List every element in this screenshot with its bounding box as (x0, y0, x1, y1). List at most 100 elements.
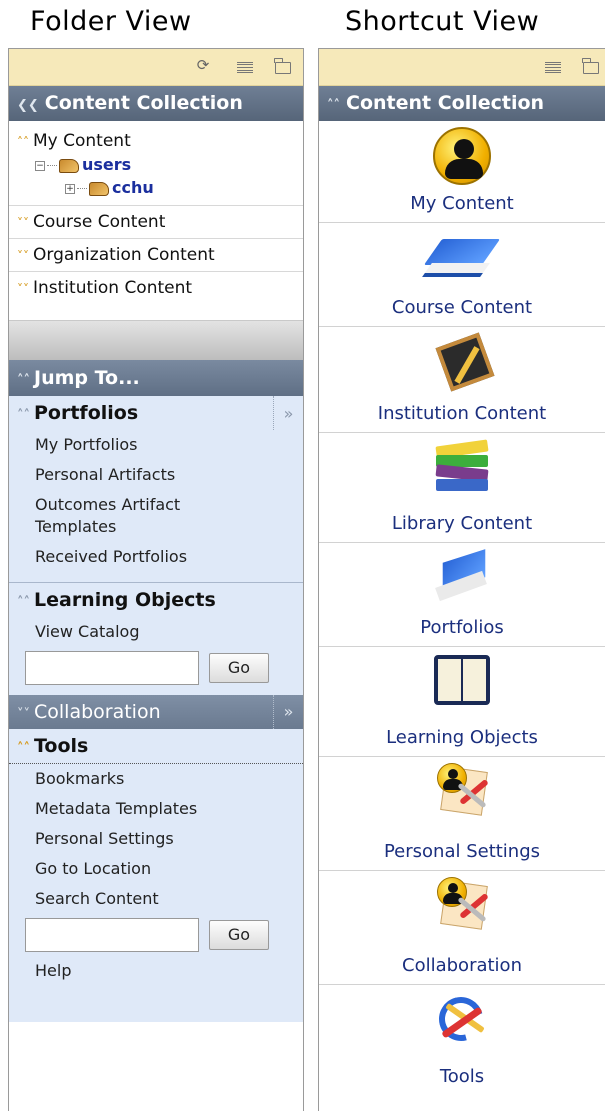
collapse-chevron-icon: ˄˄ (327, 98, 340, 113)
tree-item-my-content[interactable]: ˄˄ My Content (9, 125, 303, 153)
collapse-toggle-icon[interactable]: − (35, 160, 45, 171)
expand-right-icon[interactable]: » (273, 695, 303, 729)
collaboration-label: Collaboration (34, 701, 161, 723)
folder-view-icon[interactable] (582, 58, 599, 74)
shortcut-label: Learning Objects (386, 727, 538, 748)
folder-view-icon[interactable] (274, 58, 291, 74)
tools-label: Tools (34, 735, 89, 757)
link-metadata-templates[interactable]: Metadata Templates (9, 794, 303, 824)
tree-item-users[interactable]: − users (9, 153, 303, 176)
folder-view-title: Folder View (30, 6, 192, 37)
tree-item-institution-content[interactable]: ˅˅ Institution Content (9, 272, 303, 320)
tools-icon (430, 988, 493, 1050)
jump-to-panel: ˄˄ Jump To... ˄˄ Portfolios » My Portfolio… (9, 360, 303, 1022)
shortcut-portfolios[interactable]: Portfolios (319, 543, 605, 647)
collaboration-header[interactable]: ˅˅ Collaboration » (9, 695, 303, 729)
content-search-row: Go (9, 914, 303, 956)
course-content-label: Course Content (33, 212, 166, 232)
jump-to-header[interactable]: ˄˄ Jump To... (9, 360, 303, 396)
link-outcomes-artifact-templates[interactable]: Outcomes Artifact Templates (9, 490, 209, 542)
open-book-icon (434, 655, 490, 705)
shortcut-label: Tools (439, 1066, 485, 1087)
expand-right-icon[interactable]: » (273, 396, 303, 430)
shortcut-my-content[interactable]: My Content (319, 121, 605, 223)
refresh-icon[interactable]: ⟳ (195, 57, 211, 73)
collapse-chevron-icon: ˄˄ (17, 408, 30, 423)
expand-chevron-icon: ˅˅ (17, 282, 29, 296)
content-collection-header-label: Content Collection (44, 92, 243, 114)
shortcut-label: Personal Settings (383, 841, 541, 862)
user-avatar-icon (433, 127, 491, 185)
portfolios-label: Portfolios (34, 402, 139, 424)
users-label: users (82, 155, 132, 174)
expand-chevron-icon: ˅˅ (17, 707, 30, 722)
collapse-chevron-icon: ❮❮ (17, 98, 39, 113)
shortcut-label: Institution Content (377, 403, 547, 424)
learning-objects-header[interactable]: ˄˄ Learning Objects (9, 583, 303, 617)
shortcut-view-title: Shortcut View (345, 6, 540, 37)
tree-connector (47, 165, 57, 166)
shortcut-collaboration[interactable]: Collaboration (319, 871, 605, 985)
collapse-chevron-icon: ˄˄ (17, 373, 30, 388)
shortcut-institution-content[interactable]: Institution Content (319, 327, 605, 433)
blue-book-icon (427, 235, 497, 279)
institution-content-label: Institution Content (33, 278, 193, 298)
link-personal-artifacts[interactable]: Personal Artifacts (9, 460, 303, 490)
shortcut-library-content[interactable]: Library Content (319, 433, 605, 543)
link-received-portfolios[interactable]: Received Portfolios (9, 542, 303, 582)
link-my-portfolios[interactable]: My Portfolios (9, 430, 303, 460)
shortcut-view-panel: ˄˄ Content Collection My Content Course C… (318, 48, 605, 1111)
organization-content-label: Organization Content (33, 245, 215, 265)
list-view-icon[interactable] (545, 62, 561, 73)
panel-separator (9, 320, 303, 360)
shared-folder-icon (59, 158, 79, 173)
link-personal-settings[interactable]: Personal Settings (9, 824, 303, 854)
link-search-content[interactable]: Search Content (9, 884, 303, 914)
link-go-to-location[interactable]: Go to Location (9, 854, 303, 884)
expand-chevron-icon: ˅˅ (17, 249, 29, 263)
catalog-search-input[interactable] (25, 651, 199, 685)
collapse-chevron-icon: ˄˄ (17, 595, 30, 610)
collapse-chevron-icon: ˄˄ (17, 135, 29, 149)
content-go-button[interactable]: Go (209, 920, 269, 950)
content-collection-header[interactable]: ❮❮ Content Collection (9, 86, 303, 121)
catalog-search-row: Go (9, 647, 303, 695)
shortcut-personal-settings[interactable]: Personal Settings (319, 757, 605, 871)
list-view-icon[interactable] (237, 62, 253, 73)
shortcut-course-content[interactable]: Course Content (319, 223, 605, 327)
link-view-catalog[interactable]: View Catalog (9, 617, 303, 647)
learning-objects-label: Learning Objects (34, 589, 216, 611)
catalog-go-button[interactable]: Go (209, 653, 269, 683)
portfolio-book-icon (430, 553, 494, 601)
folder-view-panel: ⟳ ❮❮ Content Collection ˄˄ My Content − use… (8, 48, 304, 1111)
link-help[interactable]: Help (9, 956, 303, 1022)
collapse-chevron-icon: ˄˄ (17, 741, 30, 756)
expand-toggle-icon[interactable]: + (65, 183, 75, 194)
shortcut-label: Portfolios (420, 617, 504, 638)
my-content-label: My Content (33, 131, 131, 151)
cchu-label: cchu (112, 178, 154, 197)
tools-header[interactable]: ˄˄ Tools (9, 729, 303, 763)
chalkboard-icon (434, 335, 490, 387)
shortcut-learning-objects[interactable]: Learning Objects (319, 647, 605, 757)
shortcut-label: My Content (410, 193, 514, 214)
content-search-input[interactable] (25, 918, 199, 952)
shortcut-label: Course Content (391, 297, 533, 318)
book-stack-icon (430, 439, 494, 499)
tree-item-organization-content[interactable]: ˅˅ Organization Content (9, 239, 303, 272)
shortcut-tools[interactable]: Tools (319, 985, 605, 1095)
shortcut-header-label: Content Collection (346, 92, 545, 114)
portfolios-header[interactable]: ˄˄ Portfolios » (9, 396, 303, 430)
content-collection-tree: ˄˄ My Content − users + cchu ˅˅ Course Conte… (9, 121, 303, 320)
shortcut-toolbar (319, 49, 605, 86)
expand-chevron-icon: ˅˅ (17, 216, 29, 230)
shortcut-label: Collaboration (402, 955, 522, 976)
folder-toolbar: ⟳ (9, 49, 303, 86)
tree-connector (77, 188, 87, 189)
jump-to-label: Jump To... (34, 367, 140, 389)
collaboration-icon (433, 877, 491, 933)
tree-item-course-content[interactable]: ˅˅ Course Content (9, 206, 303, 239)
shortcut-content-collection-header[interactable]: ˄˄ Content Collection (319, 86, 605, 121)
tree-item-cchu[interactable]: + cchu (9, 176, 303, 206)
link-bookmarks[interactable]: Bookmarks (9, 764, 303, 794)
